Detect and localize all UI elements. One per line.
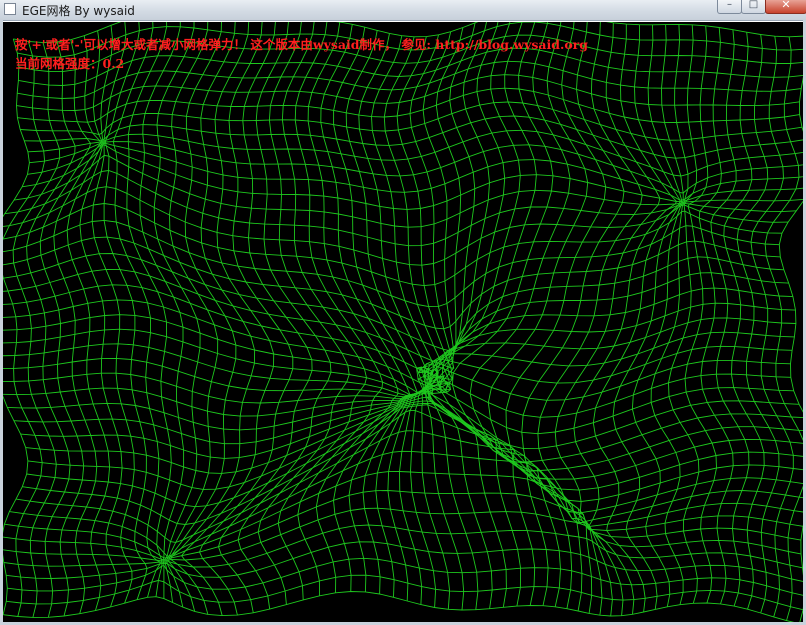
mesh-row-line: [3, 591, 795, 622]
mesh-row-line: [16, 74, 800, 111]
maximize-icon: □: [748, 0, 759, 10]
mesh-lines: [3, 22, 803, 622]
mesh-column-line: [170, 22, 256, 615]
app-window-icon[interactable]: [4, 3, 16, 15]
mesh-row-line: [3, 507, 802, 562]
mesh-column-line: [166, 22, 219, 608]
maximize-button[interactable]: □: [741, 0, 766, 14]
mesh-row-line: [25, 400, 803, 480]
app-window: EGE网格 By wysaid – □ ✕ 按'+'或者'-'可以增大或者减小网…: [0, 0, 806, 625]
mesh-column-line: [778, 76, 803, 622]
instructions-text: 按'+'或者'-'可以增大或者减小网格弹力！ 这个版本由wysaid制作， 参见…: [15, 37, 588, 52]
mesh-row-line: [18, 47, 803, 86]
mesh-strength-readout: 当前网格强度：0.2: [15, 56, 125, 71]
minimize-button[interactable]: –: [717, 0, 742, 14]
mesh-column-line: [39, 39, 91, 617]
mesh-column-line: [422, 31, 465, 611]
mesh-column-line: [218, 22, 313, 613]
mesh-canvas[interactable]: 按'+'或者'-'可以增大或者减小网格弹力！ 这个版本由wysaid制作， 参见…: [3, 22, 803, 622]
mesh-row-line: [22, 409, 803, 525]
mesh-column-line: [383, 36, 451, 605]
mesh-row-line: [27, 402, 803, 491]
mesh-column-line: [487, 22, 589, 612]
mesh-column-line: [26, 41, 76, 618]
close-button[interactable]: ✕: [765, 0, 806, 14]
close-icon: ✕: [781, 0, 791, 11]
mesh-column-line: [423, 22, 536, 606]
mesh-row-line: [3, 268, 789, 369]
mesh-column-line: [668, 24, 700, 604]
mesh-column-line: [181, 22, 275, 616]
mesh-column-line: [764, 36, 803, 621]
mesh-column-line: [736, 34, 780, 614]
mesh-column-line: [3, 38, 30, 615]
mesh-row-line: [3, 357, 791, 401]
mesh-column-line: [573, 24, 678, 615]
mesh-row-line: [20, 396, 803, 472]
title-bar[interactable]: EGE网格 By wysaid – □ ✕: [0, 0, 806, 21]
mesh-row-line: [3, 328, 795, 396]
window-title: EGE网格 By wysaid: [22, 4, 135, 18]
minimize-icon: –: [727, 0, 732, 10]
mesh-column-line: [750, 36, 794, 618]
elastic-mesh[interactable]: [3, 22, 803, 622]
